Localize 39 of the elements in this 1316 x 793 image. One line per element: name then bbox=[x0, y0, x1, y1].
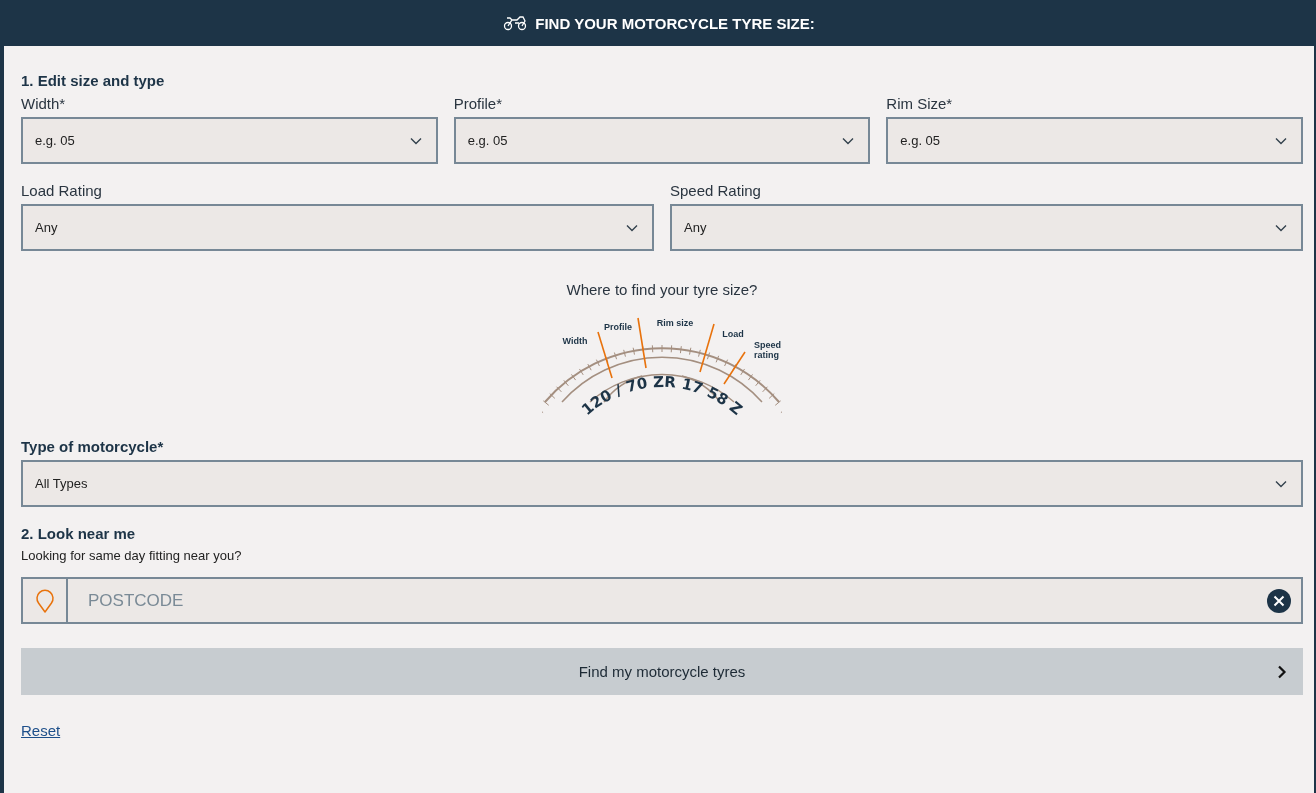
leader-line bbox=[637, 317, 647, 369]
postcode-field[interactable]: POSTCODE bbox=[21, 577, 1303, 624]
dropdown-field[interactable]: e.g. 05 bbox=[886, 117, 1303, 164]
section-heading: 1. Edit size and type bbox=[21, 72, 166, 89]
reset-link[interactable]: Reset bbox=[21, 722, 61, 739]
dropdown-field[interactable]: All Types bbox=[21, 460, 1303, 507]
diagram-caption: Where to find your tyre size? bbox=[566, 281, 758, 298]
section-heading: 2. Look near me bbox=[21, 525, 137, 542]
leader-line bbox=[699, 323, 715, 373]
chevron-down-icon bbox=[409, 136, 422, 145]
field-label: Profile* bbox=[453, 95, 503, 112]
postcode-input[interactable]: POSTCODE bbox=[68, 590, 1267, 611]
clear-icon[interactable] bbox=[1267, 588, 1291, 613]
section-subtitle: Looking for same day fitting near you? bbox=[21, 548, 243, 563]
dropdown-field[interactable]: e.g. 05 bbox=[21, 117, 438, 164]
diagram-label: Speed rating bbox=[754, 340, 781, 360]
dropdown-field[interactable]: e.g. 05 bbox=[453, 117, 871, 164]
chevron-down-icon bbox=[626, 223, 638, 232]
field-label: Rim Size* bbox=[886, 95, 954, 112]
chevron-right-icon bbox=[1277, 664, 1287, 679]
field-label: Speed Rating bbox=[670, 182, 762, 199]
sidewall-marking: 120 / 70 ZR 17 58 Z bbox=[578, 372, 746, 419]
chevron-down-icon bbox=[1275, 479, 1287, 488]
dropdown-field[interactable]: Any bbox=[21, 204, 654, 251]
chevron-down-icon bbox=[1275, 136, 1287, 145]
leader-line bbox=[723, 351, 746, 385]
diagram-label: Rim size bbox=[656, 318, 694, 328]
field-label: Type of motorcycle* bbox=[21, 438, 165, 455]
field-label: Width* bbox=[21, 95, 67, 112]
diagram-label: Width bbox=[562, 336, 588, 346]
field-label: Load Rating bbox=[21, 182, 103, 199]
chevron-down-icon bbox=[1275, 223, 1287, 232]
chevron-down-icon bbox=[842, 136, 855, 145]
diagram-label: Load bbox=[722, 329, 744, 339]
diagram-label: Profile bbox=[604, 322, 632, 332]
leader-line bbox=[597, 331, 613, 379]
dropdown-field[interactable]: Any bbox=[670, 204, 1303, 251]
header-title: FIND YOUR MOTORCYCLE TYRE SIZE: bbox=[535, 14, 815, 32]
motorcycle-icon bbox=[503, 15, 528, 31]
